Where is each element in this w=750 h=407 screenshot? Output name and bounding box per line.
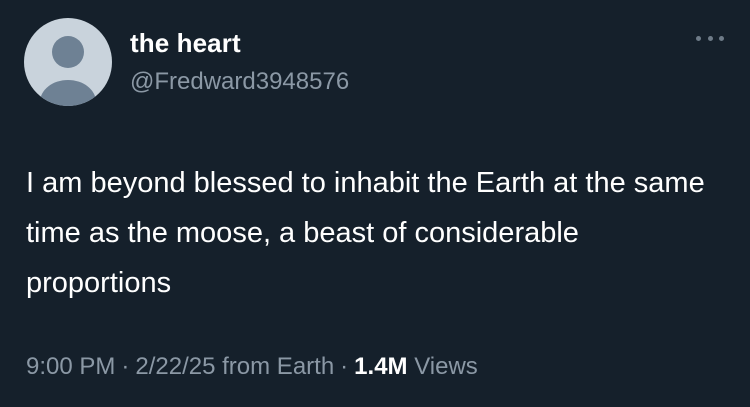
more-options-icon[interactable] [696, 30, 724, 46]
tweet-source: from Earth [222, 353, 335, 380]
views-count[interactable]: 1.4M [354, 353, 407, 380]
tweet-time[interactable]: 9:00 PM [26, 353, 115, 380]
user-handle[interactable]: @Fredward3948576 [130, 66, 349, 98]
default-avatar-icon [40, 36, 96, 106]
more-dot [707, 35, 713, 41]
tweet-card: the heart @Fredward3948576 I am beyond b… [0, 0, 750, 407]
avatar[interactable] [24, 18, 112, 106]
more-dot [719, 35, 724, 41]
separator: · [121, 353, 130, 380]
views-label[interactable]: Views [414, 353, 478, 380]
separator: · [340, 353, 349, 380]
tweet-date[interactable]: 2/22/25 [135, 353, 215, 380]
tweet-meta: 9:00 PM · 2/22/25 from Earth · 1.4M Views [26, 350, 478, 384]
display-name[interactable]: the heart [130, 26, 241, 60]
tweet-text: I am beyond blessed to inhabit the Earth… [26, 167, 705, 299]
more-dot [696, 35, 701, 41]
